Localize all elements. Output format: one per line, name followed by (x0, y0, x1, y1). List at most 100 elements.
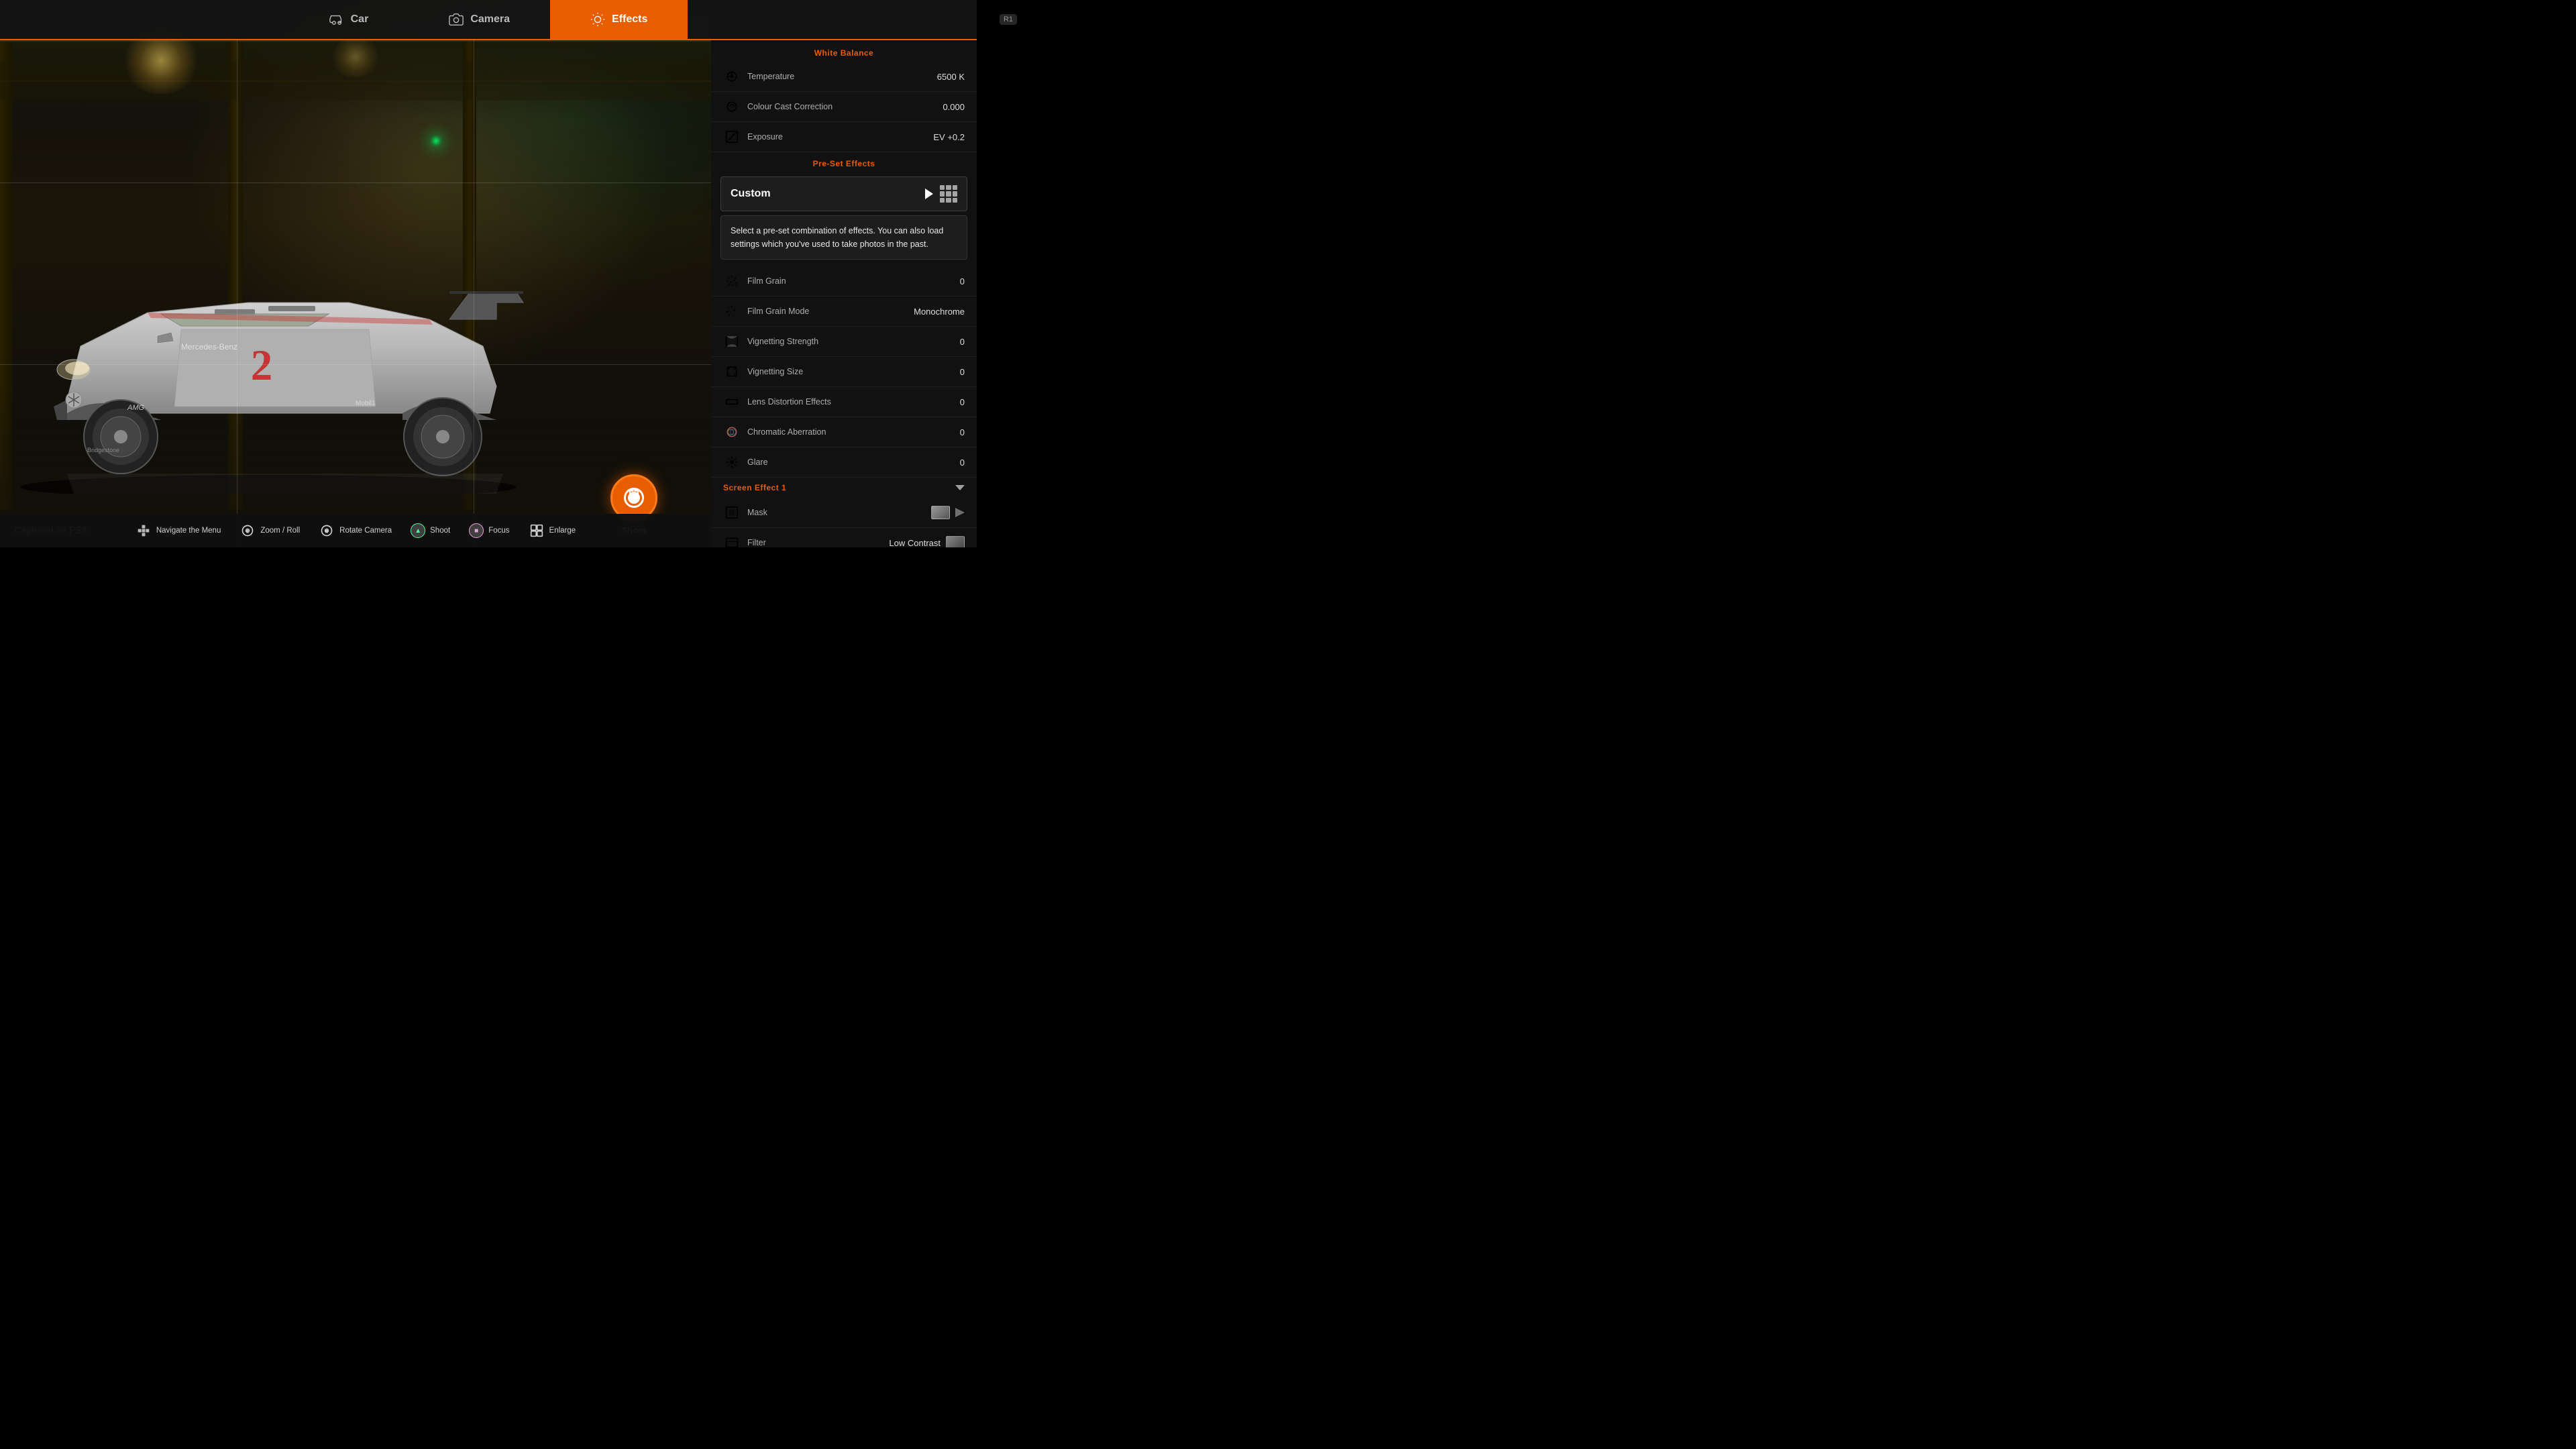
svg-text:2: 2 (251, 341, 273, 390)
car-scene: 2 Bridgestone (0, 0, 711, 547)
film-grain-icon (723, 272, 741, 290)
mask-value-container (931, 506, 965, 519)
colour-cast-label: Colour Cast Correction (747, 102, 943, 111)
chromatic-aberration-icon (723, 423, 741, 441)
setting-lens-distortion[interactable]: Lens Distortion Effects 0 (711, 387, 977, 417)
setting-film-grain-mode[interactable]: Film Grain Mode Monochrome (711, 297, 977, 327)
chromatic-aberration-value: 0 (960, 427, 965, 437)
film-grain-value: 0 (960, 276, 965, 286)
colour-cast-value: 0.000 (943, 102, 965, 112)
vignetting-strength-icon (723, 333, 741, 350)
exposure-icon (723, 128, 741, 146)
tab-car[interactable]: Car (289, 0, 409, 40)
ctrl-enlarge-label: Enlarge (549, 527, 576, 535)
mask-arrow-icon (955, 508, 965, 517)
setting-mask[interactable]: Mask (711, 498, 977, 528)
film-grain-label: Film Grain (747, 276, 960, 286)
main-viewport: 2 Bridgestone (0, 0, 711, 547)
mask-icon (723, 504, 741, 521)
ctrl-zoom: L Zoom / Roll (239, 523, 300, 539)
mask-label: Mask (747, 508, 931, 517)
glare-label: Glare (747, 458, 960, 467)
ctrl-navigate-label: Navigate the Menu (156, 527, 221, 535)
lens-distortion-label: Lens Distortion Effects (747, 397, 960, 407)
ctrl-shoot: ▲ Shoot (411, 523, 450, 538)
top-navigation: L1 Car Camera Effects R1 (0, 0, 977, 40)
setting-vignetting-size[interactable]: Vignetting Size 0 (711, 357, 977, 387)
exposure-label: Exposure (747, 132, 933, 142)
dpad-icon (136, 523, 152, 539)
filter-thumb (946, 536, 965, 547)
traffic-light (429, 134, 443, 148)
temperature-label: Temperature (747, 72, 937, 81)
screen-effect-header[interactable]: Screen Effect 1 (711, 478, 977, 498)
ctrl-enlarge: Enlarge (529, 523, 576, 539)
chromatic-aberration-label: Chromatic Aberration (747, 427, 960, 437)
mask-thumb (931, 506, 950, 519)
ctrl-rotate-label: Rotate Camera (339, 527, 392, 535)
glare-value: 0 (960, 458, 965, 468)
tooltip-text: Select a pre-set combination of effects.… (731, 224, 957, 251)
ctrl-shoot-label: Shoot (430, 527, 450, 535)
rstick-icon: R (319, 523, 335, 539)
filter-label: Filter (747, 538, 889, 547)
temperature-value: 6500 K (937, 72, 965, 82)
filter-icon (723, 534, 741, 547)
ctrl-focus-label: Focus (488, 527, 509, 535)
tab-camera-label: Camera (470, 13, 510, 25)
setting-temperature[interactable]: Temperature 6500 K (711, 62, 977, 92)
ctrl-zoom-label: Zoom / Roll (260, 527, 300, 535)
glare-icon (723, 453, 741, 471)
svg-text:R: R (325, 530, 328, 534)
tab-effects[interactable]: Effects (550, 0, 688, 40)
cursor-arrow (925, 189, 933, 199)
r1-trigger[interactable]: R1 (1000, 14, 1017, 25)
white-balance-header: White Balance (711, 42, 977, 62)
setting-vignetting-strength[interactable]: Vignetting Strength 0 (711, 327, 977, 357)
tab-car-label: Car (351, 13, 369, 25)
vignetting-size-value: 0 (960, 367, 965, 377)
ctrl-focus: ■ Focus (469, 523, 509, 538)
setting-glare[interactable]: Glare 0 (711, 447, 977, 478)
vignetting-size-icon (723, 363, 741, 380)
tab-effects-label: Effects (612, 13, 647, 25)
ctrl-rotate: R Rotate Camera (319, 523, 392, 539)
filter-value: Low Contrast (889, 538, 941, 548)
filter-value-container: Low Contrast (889, 536, 965, 547)
svg-text:Mercedes-Benz: Mercedes-Benz (181, 342, 237, 352)
film-grain-mode-value: Monochrome (914, 307, 965, 317)
preset-name: Custom (731, 188, 940, 200)
tooltip-box: Select a pre-set combination of effects.… (720, 215, 967, 260)
bg-light-2 (329, 37, 382, 77)
setting-film-grain[interactable]: Film Grain 0 (711, 266, 977, 297)
ctrl-navigate: Navigate the Menu (136, 523, 221, 539)
setting-colour-cast[interactable]: Colour Cast Correction 0.000 (711, 92, 977, 122)
preset-effects-header: Pre-Set Effects (711, 152, 977, 172)
lens-distortion-value: 0 (960, 397, 965, 407)
vignetting-strength-label: Vignetting Strength (747, 337, 960, 346)
triangle-btn: ▲ (411, 523, 425, 538)
preset-row[interactable]: Custom (720, 176, 967, 211)
vignetting-size-label: Vignetting Size (747, 367, 960, 376)
chevron-down-icon (955, 485, 965, 490)
tab-camera[interactable]: Camera (409, 0, 550, 40)
lens-distortion-icon (723, 393, 741, 411)
panel-content: White Balance Temperature 6500 K (711, 42, 977, 547)
screen-effect-label: Screen Effect 1 (723, 483, 955, 492)
exposure-value: EV +0.2 (933, 132, 965, 142)
svg-text:Mobil1: Mobil1 (356, 400, 376, 407)
film-grain-mode-label: Film Grain Mode (747, 307, 914, 316)
temperature-icon (723, 68, 741, 85)
setting-filter[interactable]: Filter Low Contrast (711, 528, 977, 547)
right-panel: White Balance Temperature 6500 K (711, 0, 977, 547)
setting-chromatic-aberration[interactable]: Chromatic Aberration 0 (711, 417, 977, 447)
film-grain-mode-icon (723, 303, 741, 320)
preset-grid-button[interactable] (940, 185, 957, 203)
square-btn: ■ (469, 523, 484, 538)
svg-text:AMG: AMG (127, 404, 145, 412)
vignetting-strength-value: 0 (960, 337, 965, 347)
svg-text:Bridgestone: Bridgestone (87, 447, 119, 453)
bottom-bar: Navigate the Menu L Zoom / Roll R (0, 514, 711, 547)
grid-btn-icon (529, 523, 545, 539)
setting-exposure[interactable]: Exposure EV +0.2 (711, 122, 977, 152)
